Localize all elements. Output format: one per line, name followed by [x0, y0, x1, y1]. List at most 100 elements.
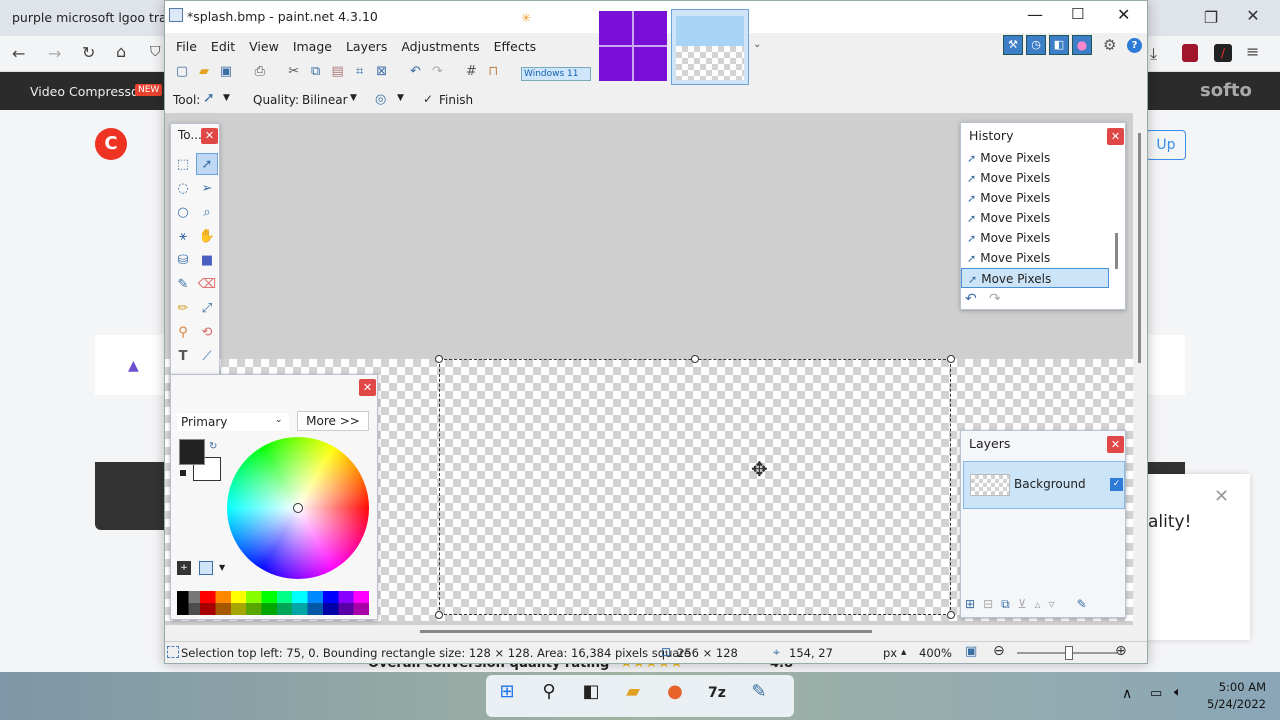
color-palette[interactable]	[177, 591, 369, 615]
redo-icon[interactable]: ↷	[428, 64, 446, 80]
history-toggle-icon[interactable]: ◷	[1026, 35, 1046, 55]
crop-icon[interactable]: ⌗	[351, 64, 369, 80]
tabs-dropdown-icon[interactable]: ⌄	[753, 39, 761, 50]
line-curve-icon[interactable]: ⟋	[196, 346, 218, 368]
palette-menu-icon[interactable]	[199, 561, 213, 575]
task-view-icon[interactable]: ◧	[574, 675, 608, 709]
history-item[interactable]: ➚ Move Pixels	[961, 208, 1111, 228]
back-icon[interactable]: ←	[12, 44, 25, 63]
color-picker-icon[interactable]: ⤢	[196, 298, 218, 320]
open-icon[interactable]: ▰	[195, 64, 213, 80]
move-layer-down-icon[interactable]: ▿	[1049, 597, 1055, 612]
history-item[interactable]: ➚ Move Pixels	[961, 188, 1111, 208]
extension-icon[interactable]: /	[1214, 44, 1232, 62]
menu-effects[interactable]: Effects	[487, 34, 544, 60]
more-colors-button[interactable]: More >>	[297, 411, 369, 431]
signup-button[interactable]: Up	[1146, 130, 1186, 160]
finish-check-icon[interactable]: ✓	[423, 92, 433, 106]
ellipse-select-icon[interactable]: ○	[172, 202, 194, 224]
delete-layer-icon[interactable]: ⊟	[983, 597, 993, 612]
text-tool-icon[interactable]: T	[172, 346, 194, 368]
zoom-level[interactable]: 400%	[919, 646, 952, 660]
selection-handle-top[interactable]	[691, 355, 699, 363]
new-icon[interactable]: ▢	[173, 64, 191, 80]
paint-bucket-icon[interactable]: ⛁	[172, 250, 194, 272]
move-layer-up-icon[interactable]: ▵	[1035, 597, 1041, 612]
file-explorer-icon[interactable]: ▰	[616, 675, 650, 709]
layer-item-background[interactable]: Background ✓	[963, 461, 1125, 509]
menu-edit[interactable]: Edit	[204, 34, 242, 60]
browser-menu-icon[interactable]: ≡	[1246, 42, 1259, 61]
magic-wand-icon[interactable]: ⚹	[172, 226, 194, 248]
zoom-in-icon[interactable]: ⊕	[1115, 643, 1127, 659]
home-icon[interactable]: ⌂	[116, 42, 126, 61]
units-dropdown-icon[interactable]: ▲	[901, 648, 906, 656]
toolbar-image-thumb[interactable]: Windows 11	[521, 67, 591, 81]
quality-select[interactable]: Bilinear	[302, 93, 348, 107]
quality-dropdown-icon[interactable]: ▼	[350, 93, 357, 103]
start-icon[interactable]: ⊞	[490, 675, 524, 709]
selection-mode-icon[interactable]: ◎	[375, 92, 386, 107]
pan-tool-icon[interactable]: ✋	[196, 226, 218, 248]
tool-select-icon[interactable]: ➚	[203, 90, 215, 106]
selection-handle-tl[interactable]	[435, 355, 443, 363]
network-icon[interactable]: ▭	[1150, 686, 1162, 701]
add-palette-color-icon[interactable]: +	[177, 561, 191, 575]
pencil-icon[interactable]: ✏	[172, 298, 194, 320]
colors-close-icon[interactable]: ✕	[359, 379, 376, 396]
reset-colors-icon[interactable]	[179, 469, 187, 477]
zoom-out-icon[interactable]: ⊖	[993, 643, 1005, 659]
menu-adjustments[interactable]: Adjustments	[394, 34, 486, 60]
history-undo-icon[interactable]: ↶	[965, 291, 977, 307]
firefox-icon[interactable]: ●	[658, 675, 692, 709]
grid-icon[interactable]: #	[462, 64, 480, 80]
layer-visibility-checkbox[interactable]: ✓	[1110, 478, 1123, 491]
history-item-selected[interactable]: ➚ Move Pixels	[961, 268, 1109, 288]
site-link-video-compressor[interactable]: Video Compressor	[30, 84, 144, 99]
palette-dropdown-icon[interactable]: ▼	[219, 563, 225, 572]
zoom-tool-icon[interactable]: ⌕	[196, 202, 218, 224]
recolor-icon[interactable]: ⟲	[196, 322, 218, 344]
history-close-icon[interactable]: ✕	[1107, 128, 1124, 145]
duplicate-layer-icon[interactable]: ⧉	[1001, 597, 1010, 612]
layers-toggle-icon[interactable]: ◧	[1049, 35, 1069, 55]
move-selection-icon[interactable]: ➢	[196, 178, 218, 200]
units-select[interactable]: px	[883, 646, 897, 660]
history-item[interactable]: ➚ Move Pixels	[961, 148, 1111, 168]
color-mode-dropdown-icon[interactable]: ⌄	[275, 415, 283, 425]
selection-mode-dropdown-icon[interactable]: ▼	[397, 93, 404, 103]
close-icon[interactable]: ✕	[1117, 5, 1130, 24]
browser-restore-icon[interactable]: ❐	[1196, 8, 1226, 27]
gradient-icon[interactable]: ■	[196, 250, 218, 272]
eraser-icon[interactable]: ⌫	[196, 274, 218, 296]
image-tab-thumbnail-active[interactable]	[671, 9, 749, 85]
color-wheel-marker[interactable]	[293, 503, 303, 513]
paintbrush-icon[interactable]: ✎	[172, 274, 194, 296]
clone-stamp-icon[interactable]: ⚲	[172, 322, 194, 344]
deselect-icon[interactable]: ⊠	[373, 64, 391, 80]
history-redo-icon[interactable]: ↷	[989, 291, 1001, 307]
browser-close-icon[interactable]: ✕	[1238, 6, 1268, 25]
image-tab-thumbnail-purple[interactable]	[599, 11, 667, 81]
primary-color-swatch[interactable]	[179, 439, 205, 465]
selection-handle-br[interactable]	[947, 611, 955, 619]
finish-button[interactable]: Finish	[439, 93, 473, 107]
swap-colors-icon[interactable]: ↻	[209, 441, 217, 452]
save-icon[interactable]: ▣	[217, 64, 235, 80]
menu-view[interactable]: View	[242, 34, 286, 60]
help-icon[interactable]: ?	[1127, 38, 1142, 53]
settings-gear-icon[interactable]: ⚙	[1103, 36, 1116, 54]
history-item[interactable]: ➚ Move Pixels	[961, 248, 1111, 268]
copy-icon[interactable]: ⧉	[307, 64, 325, 80]
layers-close-icon[interactable]: ✕	[1107, 436, 1124, 453]
download-icon[interactable]: ⤓	[1150, 44, 1157, 64]
add-layer-icon[interactable]: ⊞	[965, 597, 975, 612]
cut-icon[interactable]: ✂	[285, 64, 303, 80]
selection-outline[interactable]	[439, 359, 951, 615]
menu-image[interactable]: Image	[286, 34, 339, 60]
ruler-icon[interactable]: ⊓	[484, 64, 502, 80]
layer-properties-icon[interactable]: ✎	[1077, 597, 1087, 612]
clock[interactable]: 5:00 AM 5/24/2022	[1198, 680, 1266, 711]
shield-icon[interactable]: ⛉	[150, 44, 161, 60]
search-icon[interactable]: ⚲	[532, 675, 566, 709]
